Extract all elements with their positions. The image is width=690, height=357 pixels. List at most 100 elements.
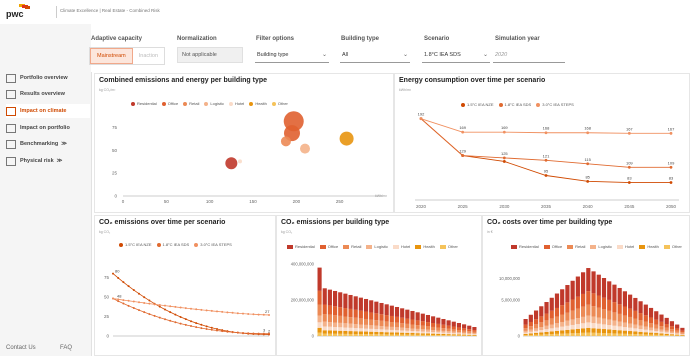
sidebar-item-physical-risk[interactable]: Physical risk ≫ — [6, 154, 90, 168]
stacked-bar-segment — [426, 315, 430, 322]
stacked-bar-segment — [591, 271, 595, 293]
stacked-bar-segment — [633, 331, 637, 334]
stacked-bar-segment — [364, 332, 368, 335]
mainstream-option[interactable]: Mainstream — [90, 48, 133, 64]
series-point — [133, 301, 135, 303]
stacked-bar-segment — [472, 334, 476, 335]
series-point — [128, 300, 130, 302]
sidebar-item-impact-on-climate[interactable]: Impact on climate — [6, 104, 90, 118]
series-point — [252, 313, 254, 315]
stacked-bar-segment — [534, 324, 538, 328]
physical-risk-icon — [6, 157, 16, 166]
stacked-bar-segment — [318, 291, 322, 305]
stacked-bar-segment — [623, 334, 627, 336]
filter-options-select[interactable]: Building type ⌄ — [255, 47, 329, 63]
stacked-bar-segment — [638, 332, 642, 334]
stacked-bar-segment — [607, 325, 611, 329]
stacked-bar-segment — [607, 333, 611, 336]
stacked-bar-segment — [379, 314, 383, 321]
stacked-bar-segment — [441, 319, 445, 325]
stacked-bar-segment — [544, 334, 548, 336]
stacked-bar-segment — [369, 320, 373, 326]
x-tick-label: 250 — [336, 199, 344, 204]
stacked-bar-segment — [591, 317, 595, 323]
stacked-bar-segment — [638, 320, 642, 326]
stacked-bar-segment — [369, 312, 373, 319]
stacked-bar-segment — [369, 334, 373, 336]
stacked-bar-segment — [390, 330, 394, 332]
stacked-bar-segment — [607, 320, 611, 325]
co2-building-bar-chart: 0200,000,000400,000,000 — [277, 216, 483, 357]
stacked-bar-segment — [385, 332, 389, 334]
scenario-value: 1.8°C IEA SDS — [424, 52, 461, 58]
stacked-bar-segment — [581, 333, 585, 336]
stacked-bar-segment — [633, 318, 637, 324]
stacked-bar-segment — [405, 324, 409, 328]
stacked-bar-segment — [539, 332, 543, 334]
stacked-bar-segment — [529, 332, 533, 334]
stacked-bar-segment — [354, 334, 358, 336]
series-point — [628, 181, 631, 184]
co2-scenario-line-chart: 025507580482732 — [95, 216, 277, 357]
stacked-bar-segment — [410, 324, 414, 328]
stacked-bar-segment — [426, 330, 430, 332]
stacked-bar-segment — [555, 328, 559, 331]
series-point — [242, 313, 244, 315]
stacked-bar-segment — [436, 334, 440, 335]
stacked-bar-segment — [323, 322, 327, 327]
stacked-bar-segment — [644, 334, 648, 336]
data-label: 129 — [459, 149, 466, 154]
sidebar-item-portfolio-overview[interactable]: Portfolio overview — [6, 71, 90, 85]
stacked-bar-segment — [343, 331, 347, 334]
stacked-bar-segment — [534, 333, 538, 335]
stacked-bar-segment — [607, 300, 611, 311]
stacked-bar-segment — [457, 333, 461, 334]
sidebar-item-results-overview[interactable]: Results overview — [6, 87, 90, 101]
stacked-bar-segment — [618, 288, 622, 304]
stacked-bar-segment — [529, 326, 533, 329]
stacked-bar-segment — [571, 319, 575, 325]
stacked-bar-segment — [457, 335, 461, 336]
inaction-option[interactable]: Inaction — [133, 48, 164, 64]
series-point — [237, 332, 239, 334]
stacked-bar-segment — [416, 329, 420, 331]
contact-us-link[interactable]: Contact Us — [6, 345, 36, 351]
stacked-bar-segment — [654, 311, 658, 319]
stacked-bar-segment — [374, 302, 378, 314]
stacked-bar-segment — [390, 306, 394, 316]
stacked-bar-segment — [602, 333, 606, 336]
series-point — [138, 293, 140, 295]
stacked-bar-segment — [644, 330, 648, 333]
x-tick-label: 100 — [206, 199, 214, 204]
stacked-bar-segment — [374, 334, 378, 336]
simulation-year-input[interactable]: 2020 — [493, 47, 565, 63]
stacked-bar-segment — [374, 313, 378, 320]
climate-icon — [6, 107, 16, 116]
adaptive-capacity-toggle[interactable]: Mainstream Inaction — [89, 47, 165, 65]
stacked-bar-segment — [665, 332, 669, 333]
scenario-select[interactable]: 1.8°C IEA SDS ⌄ — [422, 47, 490, 63]
series-point — [200, 309, 202, 311]
stacked-bar-segment — [623, 315, 627, 322]
stacked-bar-segment — [472, 333, 476, 334]
series-point — [200, 324, 202, 326]
faq-link[interactable]: FAQ — [60, 345, 72, 351]
normalization-field: Not applicable — [177, 47, 243, 63]
sidebar-item-benchmarking[interactable]: Benchmarking ≫ — [6, 137, 90, 151]
stacked-bar-segment — [343, 328, 347, 331]
x-tick-label: 0 — [122, 199, 125, 204]
series-point — [143, 296, 145, 298]
stacked-bar-segment — [364, 329, 368, 332]
data-label: 109 — [626, 160, 633, 165]
series-point — [143, 311, 145, 313]
series-point — [112, 298, 114, 300]
sidebar-item-label: Physical risk — [20, 158, 54, 164]
building-type-label: Building type — [341, 36, 379, 42]
stacked-bar-segment — [431, 330, 435, 332]
sidebar-item-impact-on-portfolio[interactable]: Impact on portfolio — [6, 121, 90, 135]
series-point — [503, 157, 506, 160]
stacked-bar-segment — [597, 329, 601, 333]
building-type-select[interactable]: All ⌄ — [340, 47, 410, 63]
stacked-bar-segment — [462, 324, 466, 328]
stacked-bar-segment — [560, 327, 564, 331]
